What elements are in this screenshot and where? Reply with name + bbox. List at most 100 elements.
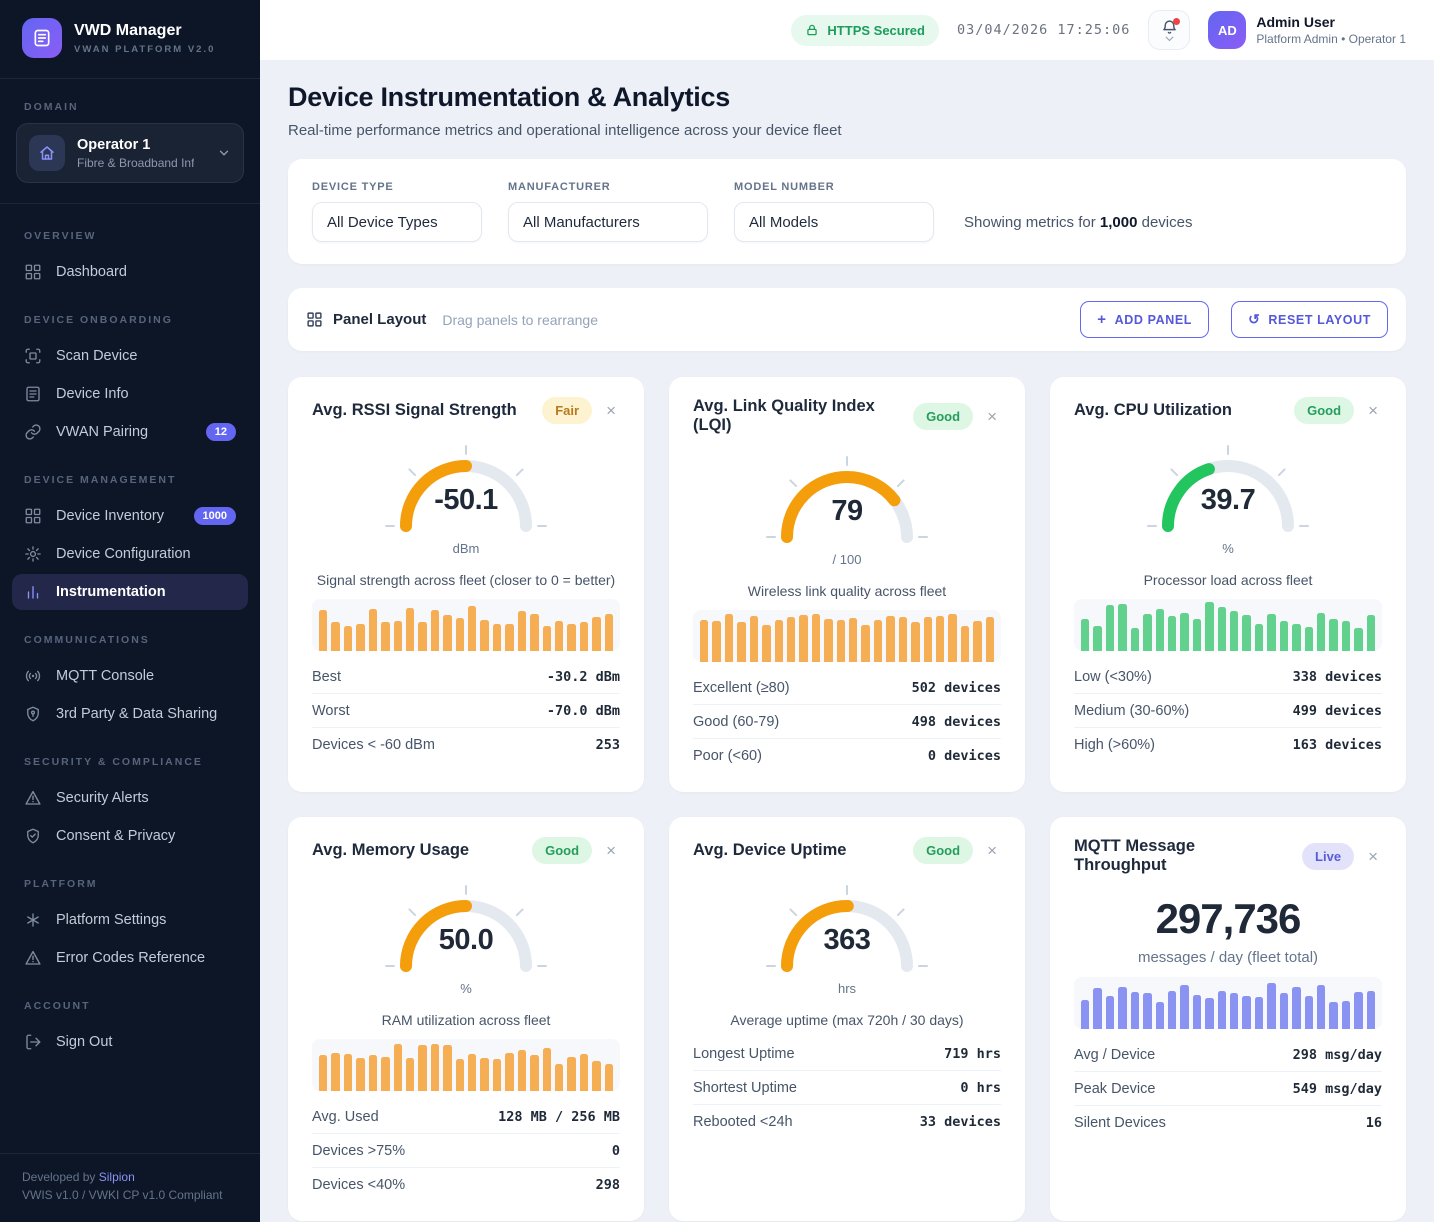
stat-value: 719 hrs [944, 1046, 1001, 1062]
stats-list: Best-30.2 dBmWorst-70.0 dBmDevices < -60… [312, 660, 620, 761]
histogram-bar [331, 1053, 339, 1091]
stat-value: 163 devices [1293, 737, 1382, 753]
histogram-bar [406, 608, 414, 651]
domain-selector[interactable]: Operator 1 Fibre & Broadband Inf [16, 123, 244, 183]
stat-label: Devices >75% [312, 1143, 405, 1159]
histogram-bar [737, 622, 745, 662]
panel-avg-link-quality-index-lqi: Avg. Link Quality Index (LQI)Good×79/ 10… [669, 377, 1025, 792]
sidebar-item-device-inventory[interactable]: Device Inventory1000 [12, 498, 248, 534]
gauge: 50.0 [376, 882, 556, 978]
histogram-bar [1118, 604, 1126, 651]
stat-row: Poor (<60)0 devices [693, 738, 1001, 772]
histogram-bar [406, 1058, 414, 1091]
histogram-bar [319, 1055, 327, 1091]
histogram-chart [312, 1039, 620, 1091]
count-badge: 1000 [194, 507, 236, 525]
home-icon [29, 135, 65, 171]
histogram-bar [493, 624, 501, 651]
filter-select-device-type[interactable]: All Device Types [312, 202, 482, 242]
histogram-bar [986, 617, 994, 662]
sidebar-item-device-configuration[interactable]: Device Configuration [12, 536, 248, 572]
histogram-bar [530, 1055, 538, 1091]
sidebar-item-security-alerts[interactable]: Security Alerts [12, 780, 248, 816]
sidebar-footer: Developed by Silpion VWIS v1.0 / VWKI CP… [0, 1153, 260, 1222]
histogram-bar [443, 615, 451, 651]
sidebar-item-vwan-pairing[interactable]: VWAN Pairing12 [12, 414, 248, 450]
sidebar-item-error-codes-reference[interactable]: Error Codes Reference [12, 940, 248, 976]
histogram-bar [1342, 1001, 1350, 1029]
histogram-bar [1205, 602, 1213, 651]
domain-description: Fibre & Broadband Inf [77, 156, 194, 170]
status-badge: Good [532, 837, 592, 864]
gauge-unit: hrs [693, 981, 1001, 996]
sidebar-item-scan-device[interactable]: Scan Device [12, 338, 248, 374]
sidebar-item-platform-settings[interactable]: Platform Settings [12, 902, 248, 938]
filter-field-model-number: MODEL NUMBERAll Models [734, 181, 934, 242]
sidebar-item-3rd-party-data-sharing[interactable]: 3rd Party & Data Sharing [12, 696, 248, 732]
sidebar-item-instrumentation[interactable]: Instrumentation [12, 574, 248, 610]
panel-header: Avg. Memory UsageGood× [312, 837, 620, 864]
close-icon[interactable]: × [1364, 846, 1382, 867]
sidebar-item-consent-privacy[interactable]: Consent & Privacy [12, 818, 248, 854]
close-icon[interactable]: × [983, 406, 1001, 427]
stat-label: Rebooted <24h [693, 1114, 793, 1130]
gauge: -50.1 [376, 442, 556, 538]
histogram-bar [1093, 988, 1101, 1029]
histogram-bar [899, 617, 907, 662]
panel-mqtt-message-throughput: MQTT Message ThroughputLive×297,736messa… [1050, 817, 1406, 1221]
sidebar-item-device-info[interactable]: Device Info [12, 376, 248, 412]
histogram-bar [762, 625, 770, 662]
filter-card: DEVICE TYPEAll Device TypesMANUFACTURERA… [288, 159, 1406, 264]
stats-list: Longest Uptime719 hrsShortest Uptime0 hr… [693, 1037, 1001, 1138]
histogram-bar [824, 619, 832, 662]
histogram-bar [1093, 626, 1101, 651]
stat-label: Shortest Uptime [693, 1080, 797, 1096]
gauge: 79 [757, 453, 937, 549]
sidebar-nav: OVERVIEWDashboardDEVICE ONBOARDINGScan D… [0, 204, 260, 1153]
stat-label: Best [312, 669, 341, 685]
filter-select-manufacturer[interactable]: All Manufacturers [508, 202, 708, 242]
sidebar-item-mqtt-console[interactable]: MQTT Console [12, 658, 248, 694]
sidebar-item-label: Instrumentation [56, 584, 166, 600]
sidebar-item-dashboard[interactable]: Dashboard [12, 254, 248, 290]
histogram-bar [1081, 1000, 1089, 1029]
stat-row: Devices < -60 dBm253 [312, 727, 620, 761]
histogram-chart [693, 610, 1001, 662]
sidebar-item-label: Platform Settings [56, 912, 166, 928]
https-secured-label: HTTPS Secured [827, 23, 925, 38]
user-role: Platform Admin • Operator 1 [1256, 32, 1406, 46]
close-icon[interactable]: × [1364, 400, 1382, 421]
domain-block: DOMAIN Operator 1 Fibre & Broadband Inf [0, 79, 260, 204]
notifications-button[interactable] [1148, 10, 1190, 50]
stat-row: Avg. Used128 MB / 256 MB [312, 1100, 620, 1133]
histogram-bar [1081, 619, 1089, 651]
add-panel-button[interactable]: +ADD PANEL [1080, 301, 1209, 338]
notification-dot [1173, 18, 1180, 25]
close-icon[interactable]: × [602, 400, 620, 421]
histogram-bar [530, 614, 538, 651]
stat-label: Good (60-79) [693, 714, 779, 730]
stat-value: 338 devices [1293, 669, 1382, 685]
close-icon[interactable]: × [983, 840, 1001, 861]
histogram-bar [1168, 991, 1176, 1029]
histogram-bar [911, 622, 919, 662]
histogram-bar [750, 616, 758, 662]
stat-label: Peak Device [1074, 1081, 1155, 1097]
filter-select-model-number[interactable]: All Models [734, 202, 934, 242]
layout-grid-icon [306, 311, 323, 328]
sidebar-item-sign-out[interactable]: Sign Out [12, 1024, 248, 1060]
nav-section-label-device-management: DEVICE MANAGEMENT [0, 452, 260, 496]
reset-layout-button[interactable]: ↺RESET LAYOUT [1231, 301, 1388, 338]
histogram-bar [1242, 615, 1250, 651]
histogram-bar [418, 1045, 426, 1091]
histogram-bar [344, 626, 352, 651]
histogram-bar [924, 617, 932, 662]
gauge-value: 39.7 [1138, 484, 1318, 517]
histogram-bar [712, 621, 720, 662]
developer-link[interactable]: Silpion [99, 1170, 135, 1184]
stat-row: Excellent (≥80)502 devices [693, 671, 1001, 704]
histogram-bar [468, 606, 476, 651]
close-icon[interactable]: × [602, 840, 620, 861]
histogram-bar [1218, 607, 1226, 651]
user-menu[interactable]: AD Admin User Platform Admin • Operator … [1208, 11, 1406, 49]
